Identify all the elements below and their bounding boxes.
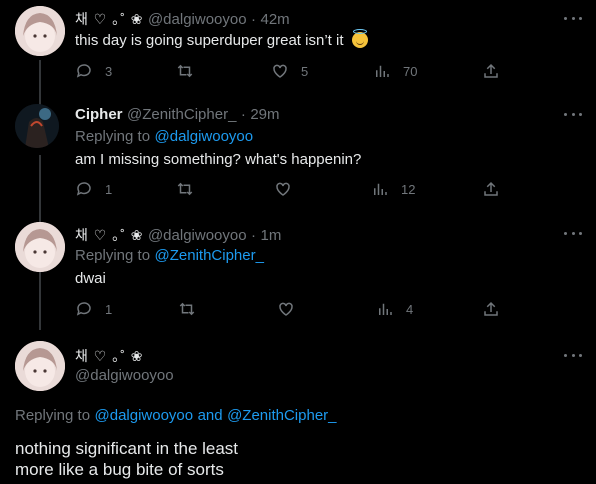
- share-button[interactable]: [482, 180, 500, 198]
- separator-dot: ·: [240, 106, 246, 123]
- tweet-text: am I missing something? what's happenin?: [75, 151, 362, 168]
- replying-to-label: Replying to: [75, 247, 151, 264]
- heart-icon: [273, 64, 287, 78]
- separator-dot: ·: [251, 11, 257, 28]
- reply-icon: [76, 182, 91, 196]
- mention-link[interactable]: @dalgiwooyoo: [95, 407, 194, 424]
- tweet-text: dwai: [75, 270, 106, 287]
- reply-count: 3: [105, 63, 113, 79]
- replying-to-label: Replying to: [15, 407, 91, 424]
- reply-button[interactable]: 1: [75, 300, 112, 318]
- retweet-icon: [179, 302, 195, 316]
- handle[interactable]: @dalgiwooyoo: [75, 367, 174, 384]
- smiling-face-with-halo-icon: [351, 29, 368, 48]
- thread-line: [39, 270, 41, 330]
- view-count: 70: [403, 63, 418, 79]
- retweet-icon: [177, 182, 193, 196]
- views-button[interactable]: 12: [371, 180, 415, 198]
- tweet-text-line: more like a bug bite of sorts: [15, 460, 224, 479]
- analytics-icon: [379, 303, 392, 315]
- mention-link[interactable]: @dalgiwooyoo: [155, 128, 254, 145]
- views-button[interactable]: 70: [373, 62, 417, 80]
- heart-icon: [279, 302, 293, 316]
- display-name[interactable]: Cipher: [75, 106, 123, 123]
- display-name[interactable]: 채 ♡ ｡˚ ❀: [75, 348, 144, 364]
- avatar[interactable]: [15, 341, 65, 391]
- handle[interactable]: @dalgiwooyoo: [148, 11, 247, 28]
- more-options-icon[interactable]: [564, 11, 582, 25]
- reply-icon: [76, 64, 91, 78]
- views-button[interactable]: 4: [376, 300, 413, 318]
- avatar[interactable]: [15, 6, 65, 56]
- reply-count: 1: [105, 181, 113, 197]
- like-button[interactable]: 5: [271, 62, 308, 80]
- mention-link[interactable]: @ZenithCipher_: [155, 247, 264, 264]
- display-name[interactable]: 채 ♡ ｡˚ ❀: [75, 227, 144, 243]
- more-options-icon[interactable]: [564, 226, 582, 240]
- retweet-button[interactable]: [178, 300, 196, 318]
- tweet-text: this day is going superduper great isn’t…: [75, 32, 344, 49]
- share-icon: [484, 63, 498, 78]
- replying-to-label: Replying to: [75, 128, 151, 145]
- timestamp[interactable]: 42m: [260, 11, 289, 28]
- thread-line: [39, 60, 41, 108]
- share-button[interactable]: [482, 300, 500, 318]
- reply-button[interactable]: 1: [75, 180, 112, 198]
- mention-link[interactable]: @ZenithCipher_: [227, 407, 336, 424]
- like-button[interactable]: [274, 180, 292, 198]
- view-count: 12: [401, 181, 416, 197]
- handle[interactable]: @ZenithCipher_: [127, 106, 236, 123]
- share-icon: [484, 181, 498, 196]
- share-button[interactable]: [482, 62, 500, 80]
- reply-button[interactable]: 3: [75, 62, 112, 80]
- more-options-icon[interactable]: [564, 348, 582, 362]
- and-label: and: [197, 407, 223, 424]
- thread-line: [39, 155, 41, 225]
- retweet-button[interactable]: [176, 62, 194, 80]
- share-icon: [484, 301, 498, 316]
- like-count: 5: [301, 63, 309, 79]
- timestamp[interactable]: 29m: [250, 106, 279, 123]
- tweet-text-line: nothing significant in the least: [15, 439, 239, 458]
- view-count: 4: [406, 301, 414, 317]
- handle[interactable]: @dalgiwooyoo: [148, 227, 247, 244]
- reply-count: 1: [105, 301, 113, 317]
- more-options-icon[interactable]: [564, 107, 582, 121]
- analytics-icon: [374, 183, 387, 195]
- display-name[interactable]: 채 ♡ ｡˚ ❀: [75, 11, 144, 27]
- like-button[interactable]: [277, 300, 295, 318]
- retweet-icon: [177, 64, 193, 78]
- avatar[interactable]: [15, 222, 65, 272]
- analytics-icon: [376, 65, 389, 77]
- retweet-button[interactable]: [176, 180, 194, 198]
- heart-icon: [276, 182, 290, 196]
- timestamp[interactable]: 1m: [260, 227, 281, 244]
- reply-icon: [76, 302, 91, 316]
- separator-dot: ·: [251, 227, 257, 244]
- avatar[interactable]: [15, 104, 59, 148]
